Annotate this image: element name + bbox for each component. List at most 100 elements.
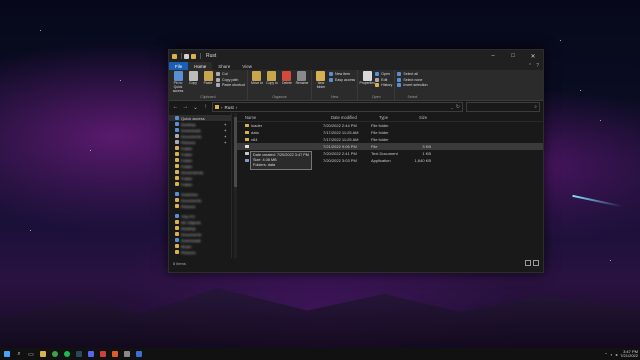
column-type[interactable]: Type: [379, 115, 419, 120]
file-explorer-icon[interactable]: [38, 349, 48, 359]
recent-chevron-icon[interactable]: ⌄: [192, 104, 199, 111]
ribbon: Pin to Quick access Copy Paste Cut Copy …: [169, 70, 543, 101]
spotify-icon[interactable]: [62, 349, 72, 359]
windows-start-icon[interactable]: [2, 349, 12, 359]
search-input[interactable]: ⌕: [466, 102, 540, 112]
app-icon[interactable]: [98, 349, 108, 359]
close-button[interactable]: ✕: [523, 50, 543, 62]
new-folder-qa-icon[interactable]: [191, 53, 196, 59]
folder-icon: [245, 130, 249, 135]
copy-to-icon: [267, 71, 277, 81]
steam-icon[interactable]: [74, 349, 84, 359]
address-field[interactable]: › Rust › ⌄ ↻: [212, 102, 463, 112]
paste-button[interactable]: Paste: [201, 71, 215, 95]
rename-button[interactable]: Rename: [295, 71, 309, 95]
column-size[interactable]: Size: [419, 115, 445, 120]
easy-access-button[interactable]: Easy access: [328, 77, 355, 83]
application-icon: [245, 158, 249, 163]
file-row-file[interactable]: 7/21/2022 9:06 PM File 3 KB: [237, 143, 543, 150]
edit-button[interactable]: Edit: [375, 77, 392, 83]
navigation-pane: Quick access Desktop ✦ Downloads ✦ Documen…: [169, 113, 232, 258]
volume-icon[interactable]: ◂: [615, 352, 617, 357]
text-file-icon: [245, 151, 249, 156]
title-bar: Rust – □ ✕: [169, 50, 543, 62]
paste-shortcut-button[interactable]: Paste shortcut: [216, 83, 245, 88]
properties-icon: [362, 71, 372, 81]
copy-button[interactable]: Copy: [186, 71, 200, 95]
column-name[interactable]: Name: [237, 115, 331, 120]
select-all-button[interactable]: Select all: [397, 72, 427, 77]
new-item-icon: [328, 72, 333, 77]
clock[interactable]: 3:47 PM 7/21/2022: [620, 349, 638, 359]
search-icon[interactable]: ⌕: [14, 349, 24, 359]
app-icon[interactable]: [134, 349, 144, 359]
maximize-button[interactable]: □: [503, 50, 523, 62]
history-icon: [375, 83, 380, 88]
tab-file[interactable]: File: [169, 62, 189, 70]
invert-selection-button[interactable]: Invert selection: [397, 83, 428, 88]
select-none-button[interactable]: Select none: [397, 77, 427, 83]
status-bar: 6 items: [169, 258, 543, 268]
delete-button[interactable]: Delete: [280, 71, 294, 95]
pin-icon: ✦: [223, 127, 227, 133]
search-icon: ⌕: [534, 104, 537, 110]
copy-path-button[interactable]: Copy path: [216, 77, 245, 83]
details-view-icon[interactable]: [525, 260, 531, 266]
properties-qa-icon[interactable]: [184, 53, 189, 59]
up-arrow-icon[interactable]: ↑: [202, 104, 209, 110]
chrome-icon[interactable]: [50, 349, 60, 359]
copy-to-button[interactable]: Copy to: [265, 71, 279, 95]
file-explorer-window: Rust – □ ✕ File Home Share View ⌃ ? Pin …: [168, 49, 544, 273]
easy-access-icon: [328, 77, 333, 82]
discord-icon[interactable]: [86, 349, 96, 359]
scissors-icon: [216, 72, 220, 77]
folder-icon: [245, 123, 249, 128]
open-group: Properties Open Edit History Open: [358, 70, 396, 100]
breadcrumb-rust[interactable]: Rust: [225, 105, 234, 110]
app-icon[interactable]: [110, 349, 120, 359]
copy-icon: [188, 71, 198, 81]
folder-icon: [245, 137, 249, 142]
file-row-data[interactable]: data 7/17/2022 11:25 AM File folder: [237, 129, 543, 136]
new-folder-button[interactable]: New folder: [314, 71, 328, 95]
refresh-icon[interactable]: ↻: [456, 104, 460, 110]
move-to-button[interactable]: Move to: [250, 71, 264, 95]
pin-icon: ✦: [223, 133, 227, 139]
help-icon[interactable]: ?: [536, 63, 539, 69]
new-group: New folder New item Easy access New: [312, 70, 359, 100]
tray-chevron-icon[interactable]: ⌃: [604, 352, 607, 357]
task-view-icon[interactable]: ▭: [26, 349, 36, 359]
nav-item[interactable]: Pictures: [169, 249, 231, 255]
network-icon[interactable]: ▪: [611, 352, 612, 357]
ribbon-collapse-icon[interactable]: ⌃: [528, 63, 532, 69]
new-folder-icon: [316, 71, 326, 81]
minimize-button[interactable]: –: [483, 50, 503, 62]
back-arrow-icon[interactable]: ←: [172, 104, 179, 110]
column-date-modified[interactable]: Date modified: [331, 115, 379, 120]
tab-home[interactable]: Home: [188, 62, 213, 70]
file-row-loader[interactable]: loader 7/20/2022 2:44 PM File folder: [237, 122, 543, 129]
tab-share[interactable]: Share: [212, 62, 236, 70]
tab-view[interactable]: View: [236, 62, 258, 70]
invert-selection-icon: [397, 83, 402, 88]
properties-button[interactable]: Properties: [359, 71, 375, 95]
large-icons-view-icon[interactable]: [533, 260, 539, 266]
history-button[interactable]: History: [375, 83, 392, 88]
new-item-button[interactable]: New item: [328, 72, 355, 77]
app-icon[interactable]: [122, 349, 132, 359]
forward-arrow-icon[interactable]: →: [182, 104, 189, 110]
open-icon: [375, 72, 380, 77]
window-title: Rust: [206, 53, 217, 59]
address-bar-row: ← → ⌄ ↑ › Rust › ⌄ ↻ ⌕: [169, 101, 543, 113]
pin-quick-access-button[interactable]: Pin to Quick access: [171, 71, 185, 95]
ribbon-tabs: File Home Share View ⌃ ?: [169, 62, 543, 70]
move-to-icon: [252, 71, 262, 81]
select-all-icon: [397, 72, 402, 77]
cut-button[interactable]: Cut: [216, 72, 245, 77]
file-row-x64[interactable]: x64 7/17/2022 11:25 AM File folder: [237, 136, 543, 143]
pin-icon: ✦: [223, 121, 227, 127]
address-dropdown-icon[interactable]: ⌄: [450, 105, 453, 110]
paste-shortcut-icon: [216, 83, 220, 88]
rename-icon: [297, 71, 307, 81]
open-button[interactable]: Open: [375, 72, 392, 77]
